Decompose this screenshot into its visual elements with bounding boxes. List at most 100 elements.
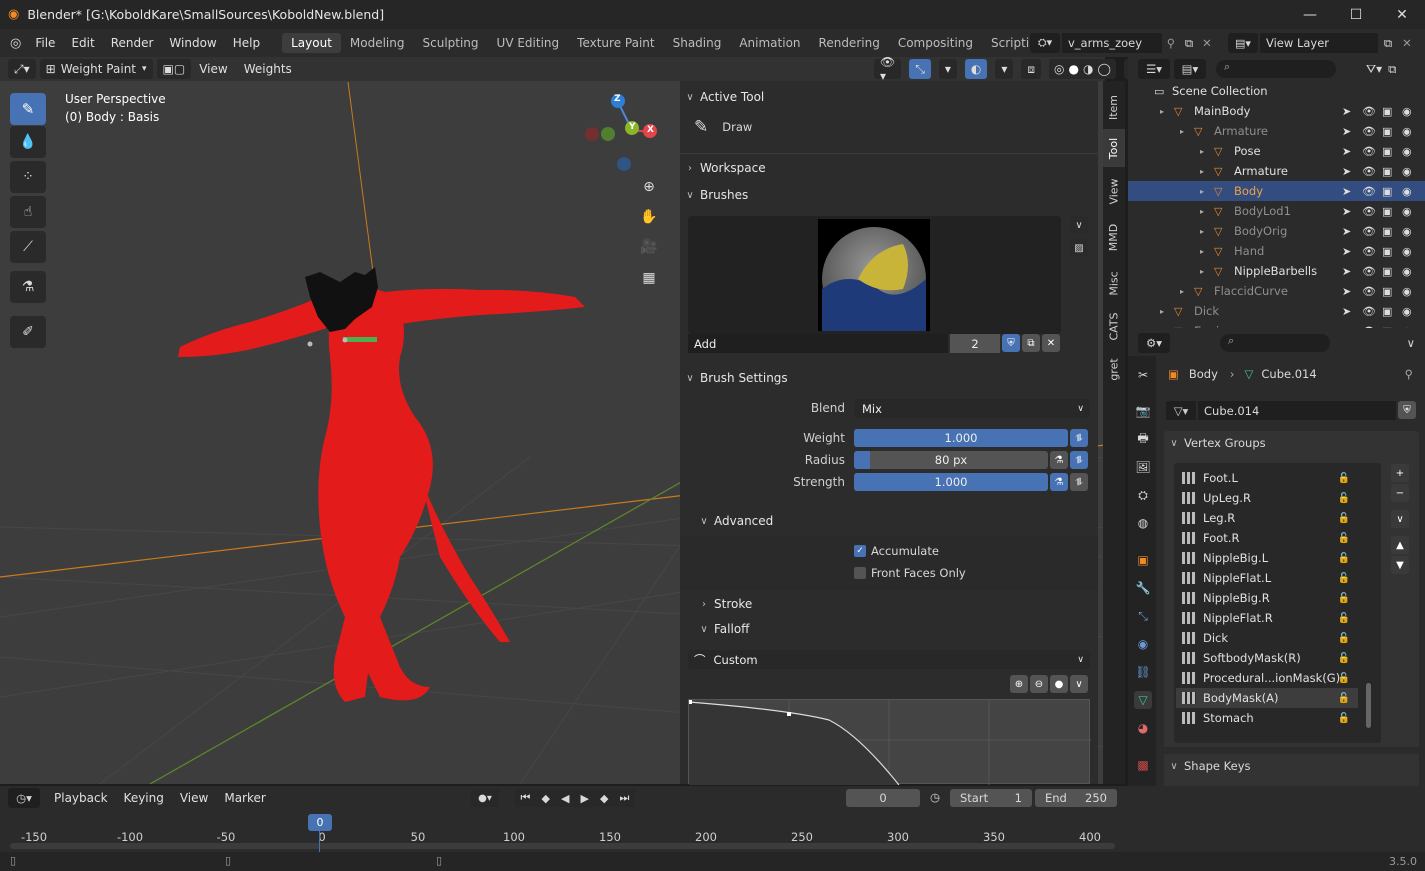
visibility-button[interactable]: 👁▾ [874, 55, 902, 83]
blend-dropdown[interactable]: Mix ∨ [854, 399, 1090, 418]
modifier-tab-icon[interactable]: 🔧 [1134, 579, 1152, 597]
outliner-row[interactable]: ▸ ▽ FlaccidCurve ➤ 👁 ▣ ◉ [1128, 281, 1425, 301]
select-toggle-icon[interactable]: ➤ [1342, 185, 1351, 198]
rendered-icon[interactable]: ◯ [1097, 62, 1110, 76]
select-toggle-icon[interactable]: ➤ [1342, 205, 1351, 218]
texture-tab-icon[interactable]: ▩ [1134, 756, 1152, 774]
view-layer-tab-icon[interactable]: 🖼 [1134, 458, 1152, 476]
play-reverse-icon[interactable]: ◀ [561, 792, 569, 805]
advanced-header[interactable]: ∨ Advanced [680, 508, 1098, 534]
editor-type-icon[interactable]: ⚙▾ [1138, 333, 1170, 353]
select-toggle-icon[interactable]: ➤ [1342, 225, 1351, 238]
brush-users-field[interactable]: 2 [950, 334, 1000, 353]
start-frame-field[interactable]: Start 1 [950, 789, 1032, 807]
handle-type-icon[interactable]: ● [1050, 675, 1068, 693]
data-tab-icon[interactable]: ▽ [1134, 691, 1152, 709]
playhead-marker[interactable]: 0 [308, 814, 332, 831]
shading-modes[interactable]: ◎ ● ◑ ◯ [1049, 59, 1116, 79]
camera-icon[interactable]: ◉ [1402, 165, 1412, 178]
outliner-row[interactable]: ▸ ▽ Armature ➤ 👁 ▣ ◉ [1128, 121, 1425, 141]
minimize-button[interactable]: — [1287, 0, 1333, 29]
scene-name[interactable]: v_arms_zoey [1062, 33, 1162, 53]
menu-keying[interactable]: Keying [116, 791, 172, 805]
monitor-icon[interactable]: ▣ [1382, 165, 1392, 178]
disclosure-triangle-icon[interactable]: ▸ [1180, 287, 1184, 296]
vertex-group-item[interactable]: NippleBig.R 🔓 [1176, 588, 1358, 608]
menu-window[interactable]: Window [161, 36, 224, 50]
properties-search[interactable]: ⌕ [1220, 334, 1330, 352]
outliner-row[interactable]: ▸ ▽ BodyLod1 ➤ 👁 ▣ ◉ [1128, 201, 1425, 221]
lock-icon[interactable]: 🔓 [1338, 693, 1350, 704]
move-up-button[interactable]: ▲ [1391, 536, 1409, 554]
disclosure-triangle-icon[interactable]: ▸ [1200, 167, 1204, 176]
current-frame-field[interactable]: 0 [846, 789, 920, 807]
front-faces-checkbox[interactable] [854, 567, 866, 579]
select-toggle-icon[interactable]: ➤ [1342, 305, 1351, 318]
prev-keyframe-icon[interactable]: ◆ [541, 792, 549, 805]
vertex-group-item[interactable]: Leg.R 🔓 [1176, 508, 1358, 528]
tool-tab-icon[interactable]: ✂ [1134, 366, 1152, 384]
pin-icon[interactable]: ⚲ [1405, 367, 1413, 381]
tab-mmd[interactable]: MMD [1103, 217, 1125, 257]
average-tool[interactable]: ⁘ [10, 161, 46, 193]
brush-name-field[interactable]: Add [688, 334, 948, 353]
lock-icon[interactable]: 🔓 [1338, 513, 1350, 524]
disclosure-triangle-icon[interactable]: ▸ [1200, 227, 1204, 236]
monitor-icon[interactable]: ▣ [1382, 105, 1392, 118]
select-toggle-icon[interactable]: ➤ [1342, 245, 1351, 258]
group-specials-button[interactable]: ∨ [1391, 510, 1409, 528]
clock-icon[interactable]: ◷ [930, 790, 940, 804]
camera-icon[interactable]: ◉ [1402, 265, 1412, 278]
zoom-in-icon[interactable]: ⊕ [1010, 675, 1028, 693]
select-toggle-icon[interactable]: ➤ [1342, 265, 1351, 278]
monitor-icon[interactable]: ▣ [1382, 185, 1392, 198]
lock-icon[interactable]: 🔓 [1338, 553, 1350, 564]
disclosure-triangle-icon[interactable]: ▸ [1200, 147, 1204, 156]
menu-playback[interactable]: Playback [46, 791, 116, 805]
next-keyframe-icon[interactable]: ◆ [600, 792, 608, 805]
monitor-icon[interactable]: ▣ [1382, 305, 1392, 318]
accumulate-checkbox-row[interactable]: ✓ Accumulate [854, 544, 939, 558]
falloff-header[interactable]: ∨ Falloff [680, 616, 1098, 642]
eye-icon[interactable]: 👁 [1362, 105, 1376, 118]
outliner-search[interactable]: ⌕ [1216, 60, 1336, 78]
eye-icon[interactable]: 👁 [1362, 205, 1376, 218]
add-group-button[interactable]: + [1391, 464, 1409, 482]
tab-view[interactable]: View [1103, 171, 1125, 211]
filter-icon[interactable]: ⛛▾ [1366, 62, 1382, 77]
overlay-menu[interactable]: ▾ [995, 59, 1014, 79]
vertex-group-item[interactable]: NippleBig.L 🔓 [1176, 548, 1358, 568]
eye-icon[interactable]: 👁 [1362, 145, 1376, 158]
radius-slider[interactable]: 80 px [854, 451, 1048, 469]
outliner-row[interactable]: ▸ ▽ Armature ➤ 👁 ▣ ◉ [1128, 161, 1425, 181]
brush-preview-area[interactable] [688, 216, 1061, 334]
weight-pressure-icon[interactable]: ⥮ [1070, 429, 1088, 447]
strength-pressure-icon[interactable]: ⥮ [1070, 473, 1088, 491]
outliner-scene-collection[interactable]: ▭ Scene Collection [1128, 81, 1425, 101]
brush-list-toggle[interactable]: ∨ [1070, 216, 1088, 234]
close-button[interactable]: ✕ [1379, 0, 1425, 29]
strength-slider[interactable]: 1.000 [854, 473, 1048, 491]
camera-icon[interactable]: ◉ [1402, 285, 1412, 298]
brush-image-icon[interactable]: ▨ [1070, 239, 1088, 257]
outliner-row[interactable]: ▸ ▽ Hand ➤ 👁 ▣ ◉ [1128, 241, 1425, 261]
pan-hand-icon[interactable]: ✋ [636, 204, 662, 230]
monitor-icon[interactable]: ▣ [1382, 205, 1392, 218]
active-tool-row[interactable]: ✎ Draw [694, 117, 752, 137]
material-tab-icon[interactable]: ◕ [1134, 719, 1152, 737]
disclosure-triangle-icon[interactable]: ▸ [1200, 207, 1204, 216]
tab-animation[interactable]: Animation [730, 33, 809, 53]
menu-edit[interactable]: Edit [63, 36, 102, 50]
unlink-brush-icon[interactable]: ✕ [1042, 334, 1060, 352]
chevron-down-icon[interactable]: ∨ [1407, 336, 1415, 350]
lock-icon[interactable]: 🔓 [1338, 533, 1350, 544]
outliner-row[interactable]: ▸ ▽ Dick ➤ 👁 ▣ ◉ [1128, 301, 1425, 321]
eye-icon[interactable]: 👁 [1362, 265, 1376, 278]
move-down-button[interactable]: ▼ [1391, 556, 1409, 574]
select-toggle-icon[interactable]: ➤ [1342, 285, 1351, 298]
particles-tab-icon[interactable]: ⤡ [1134, 607, 1152, 625]
falloff-preset-dropdown[interactable]: ⌒ Custom ∨ [688, 650, 1090, 669]
vertex-group-item[interactable]: Dick 🔓 [1176, 628, 1358, 648]
scene-selector[interactable]: ⛭▾ v_arms_zoey ⚲ ⧉ ✕ [1030, 33, 1220, 53]
editor-type-icon[interactable]: ☰▾ [1138, 59, 1170, 79]
